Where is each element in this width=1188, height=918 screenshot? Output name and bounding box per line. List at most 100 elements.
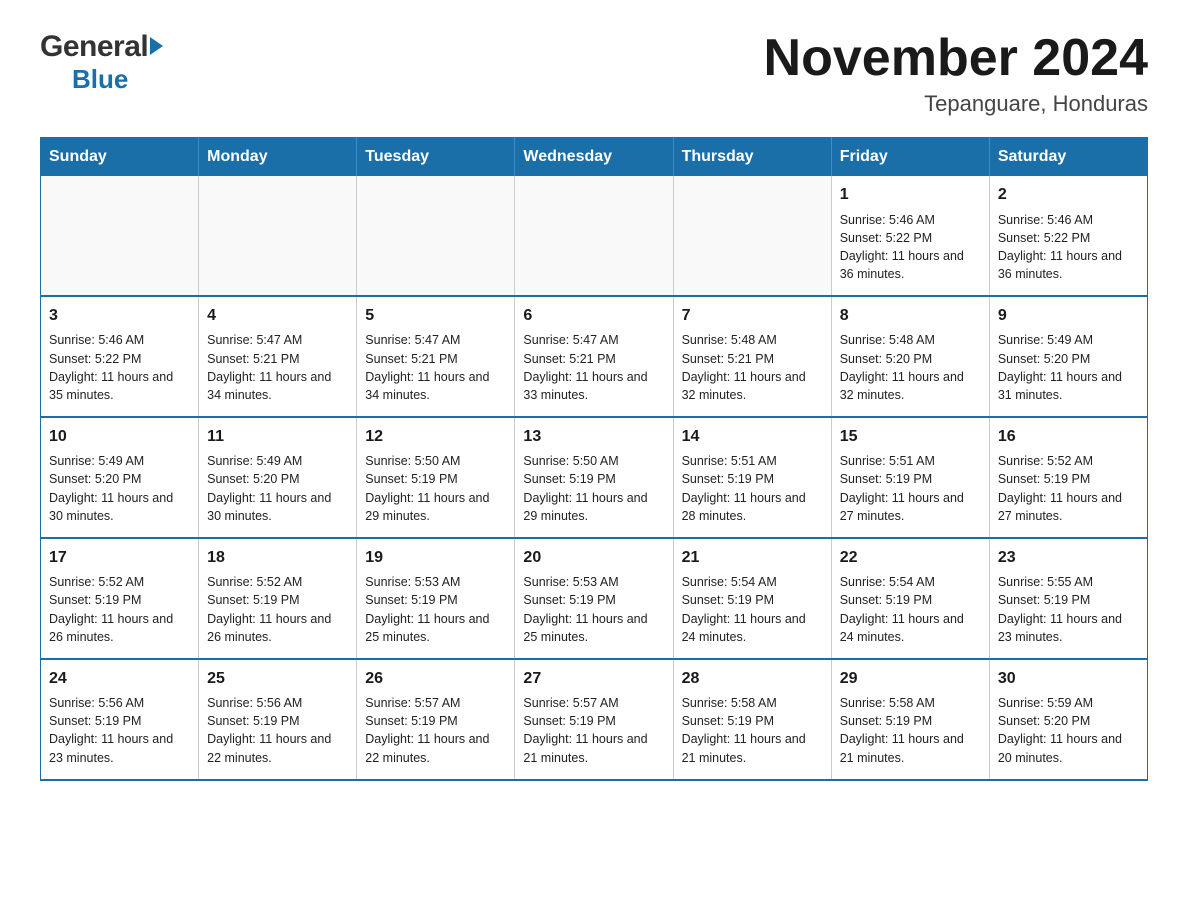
header-day-friday: Friday [831,138,989,177]
calendar-cell: 21 Sunrise: 5:54 AM Sunset: 5:19 PM Dayli… [673,538,831,659]
day-number: 2 [998,184,1139,206]
calendar-cell: 17Sunrise: 5:52 AM Sunset: 5:19 PM Dayli… [41,538,199,659]
day-info: Sunrise: 5:56 AM Sunset: 5:19 PM Dayligh… [207,694,348,767]
day-info: Sunrise: 5:53 AM Sunset: 5:19 PM Dayligh… [365,573,506,646]
day-number: 27 [523,668,664,690]
header-day-thursday: Thursday [673,138,831,177]
day-number: 20 [523,547,664,569]
calendar-cell: 29 Sunrise: 5:58 AM Sunset: 5:19 PM Dayli… [831,659,989,780]
day-info: Sunrise: 5:49 AM Sunset: 5:20 PM Dayligh… [998,331,1139,404]
header-day-saturday: Saturday [989,138,1147,177]
week-row-1: 1 Sunrise: 5:46 AM Sunset: 5:22 PM Daylig… [41,176,1148,296]
calendar-cell: 5 Sunrise: 5:47 AM Sunset: 5:21 PM Daylig… [357,296,515,417]
calendar-cell [41,176,199,296]
day-info: Sunrise: 5:47 AM Sunset: 5:21 PM Dayligh… [207,331,348,404]
day-number: 7 [682,305,823,327]
day-number: 17 [49,547,190,569]
day-number: 25 [207,668,348,690]
day-number: 9 [998,305,1139,327]
calendar-cell: 18 Sunrise: 5:52 AM Sunset: 5:19 PM Dayli… [199,538,357,659]
day-number: 3 [49,305,190,327]
day-info: Sunrise: 5:51 AM Sunset: 5:19 PM Dayligh… [682,452,823,525]
header-day-monday: Monday [199,138,357,177]
day-info: Sunrise: 5:53 AM Sunset: 5:19 PM Dayligh… [523,573,664,646]
day-info: Sunrise: 5:55 AM Sunset: 5:19 PM Dayligh… [998,573,1139,646]
day-number: 11 [207,426,348,448]
location-text: Tepanguare, Honduras [764,91,1148,117]
day-number: 21 [682,547,823,569]
day-number: 5 [365,305,506,327]
day-info: Sunrise: 5:50 AM Sunset: 5:19 PM Dayligh… [365,452,506,525]
calendar-cell: 23Sunrise: 5:55 AM Sunset: 5:19 PM Dayli… [989,538,1147,659]
day-number: 10 [49,426,190,448]
logo: General Blue [40,30,163,95]
calendar-cell: 7 Sunrise: 5:48 AM Sunset: 5:21 PM Daylig… [673,296,831,417]
day-info: Sunrise: 5:49 AM Sunset: 5:20 PM Dayligh… [49,452,190,525]
logo-blue-text: Blue [72,64,128,94]
calendar-cell: 30 Sunrise: 5:59 AM Sunset: 5:20 PM Dayli… [989,659,1147,780]
calendar-cell: 6 Sunrise: 5:47 AM Sunset: 5:21 PM Daylig… [515,296,673,417]
day-number: 29 [840,668,981,690]
calendar-cell: 25 Sunrise: 5:56 AM Sunset: 5:19 PM Dayli… [199,659,357,780]
calendar-header: SundayMondayTuesdayWednesdayThursdayFrid… [41,138,1148,177]
day-number: 30 [998,668,1139,690]
calendar-cell: 15Sunrise: 5:51 AM Sunset: 5:19 PM Dayli… [831,417,989,538]
day-number: 26 [365,668,506,690]
calendar-table: SundayMondayTuesdayWednesdayThursdayFrid… [40,137,1148,780]
calendar-cell: 10 Sunrise: 5:49 AM Sunset: 5:20 PM Dayli… [41,417,199,538]
day-number: 13 [523,426,664,448]
day-number: 8 [840,305,981,327]
day-info: Sunrise: 5:51 AM Sunset: 5:19 PM Dayligh… [840,452,981,525]
calendar-cell: 9 Sunrise: 5:49 AM Sunset: 5:20 PM Daylig… [989,296,1147,417]
title-block: November 2024 Tepanguare, Honduras [764,30,1148,117]
day-number: 14 [682,426,823,448]
day-info: Sunrise: 5:58 AM Sunset: 5:19 PM Dayligh… [840,694,981,767]
calendar-cell: 28 Sunrise: 5:58 AM Sunset: 5:19 PM Dayli… [673,659,831,780]
day-info: Sunrise: 5:54 AM Sunset: 5:19 PM Dayligh… [840,573,981,646]
day-number: 18 [207,547,348,569]
calendar-cell: 26 Sunrise: 5:57 AM Sunset: 5:19 PM Dayli… [357,659,515,780]
calendar-cell [515,176,673,296]
calendar-cell: 3Sunrise: 5:46 AM Sunset: 5:22 PM Daylig… [41,296,199,417]
day-info: Sunrise: 5:52 AM Sunset: 5:19 PM Dayligh… [207,573,348,646]
day-info: Sunrise: 5:46 AM Sunset: 5:22 PM Dayligh… [998,211,1139,284]
month-title: November 2024 [764,30,1148,87]
day-info: Sunrise: 5:56 AM Sunset: 5:19 PM Dayligh… [49,694,190,767]
day-info: Sunrise: 5:46 AM Sunset: 5:22 PM Dayligh… [840,211,981,284]
day-number: 4 [207,305,348,327]
day-info: Sunrise: 5:47 AM Sunset: 5:21 PM Dayligh… [523,331,664,404]
calendar-cell: 24Sunrise: 5:56 AM Sunset: 5:19 PM Dayli… [41,659,199,780]
day-info: Sunrise: 5:57 AM Sunset: 5:19 PM Dayligh… [365,694,506,767]
logo-arrow-icon [150,37,163,55]
header-row: SundayMondayTuesdayWednesdayThursdayFrid… [41,138,1148,177]
calendar-cell: 14 Sunrise: 5:51 AM Sunset: 5:19 PM Dayli… [673,417,831,538]
week-row-5: 24Sunrise: 5:56 AM Sunset: 5:19 PM Dayli… [41,659,1148,780]
day-number: 28 [682,668,823,690]
calendar-cell: 11 Sunrise: 5:49 AM Sunset: 5:20 PM Dayli… [199,417,357,538]
calendar-cell: 2 Sunrise: 5:46 AM Sunset: 5:22 PM Daylig… [989,176,1147,296]
calendar-cell: 1 Sunrise: 5:46 AM Sunset: 5:22 PM Daylig… [831,176,989,296]
day-info: Sunrise: 5:58 AM Sunset: 5:19 PM Dayligh… [682,694,823,767]
calendar-body: 1 Sunrise: 5:46 AM Sunset: 5:22 PM Daylig… [41,176,1148,779]
header-day-tuesday: Tuesday [357,138,515,177]
day-info: Sunrise: 5:54 AM Sunset: 5:19 PM Dayligh… [682,573,823,646]
header-day-wednesday: Wednesday [515,138,673,177]
calendar-cell: 8Sunrise: 5:48 AM Sunset: 5:20 PM Daylig… [831,296,989,417]
calendar-cell [357,176,515,296]
calendar-cell: 4 Sunrise: 5:47 AM Sunset: 5:21 PM Daylig… [199,296,357,417]
calendar-cell: 12 Sunrise: 5:50 AM Sunset: 5:19 PM Dayli… [357,417,515,538]
day-number: 1 [840,184,981,206]
day-info: Sunrise: 5:47 AM Sunset: 5:21 PM Dayligh… [365,331,506,404]
calendar-cell: 16Sunrise: 5:52 AM Sunset: 5:19 PM Dayli… [989,417,1147,538]
day-info: Sunrise: 5:49 AM Sunset: 5:20 PM Dayligh… [207,452,348,525]
header-day-sunday: Sunday [41,138,199,177]
week-row-2: 3Sunrise: 5:46 AM Sunset: 5:22 PM Daylig… [41,296,1148,417]
day-number: 16 [998,426,1139,448]
day-info: Sunrise: 5:59 AM Sunset: 5:20 PM Dayligh… [998,694,1139,767]
calendar-cell: 20 Sunrise: 5:53 AM Sunset: 5:19 PM Dayli… [515,538,673,659]
day-info: Sunrise: 5:48 AM Sunset: 5:21 PM Dayligh… [682,331,823,404]
calendar-cell: 13Sunrise: 5:50 AM Sunset: 5:19 PM Dayli… [515,417,673,538]
day-number: 12 [365,426,506,448]
day-number: 6 [523,305,664,327]
day-number: 19 [365,547,506,569]
